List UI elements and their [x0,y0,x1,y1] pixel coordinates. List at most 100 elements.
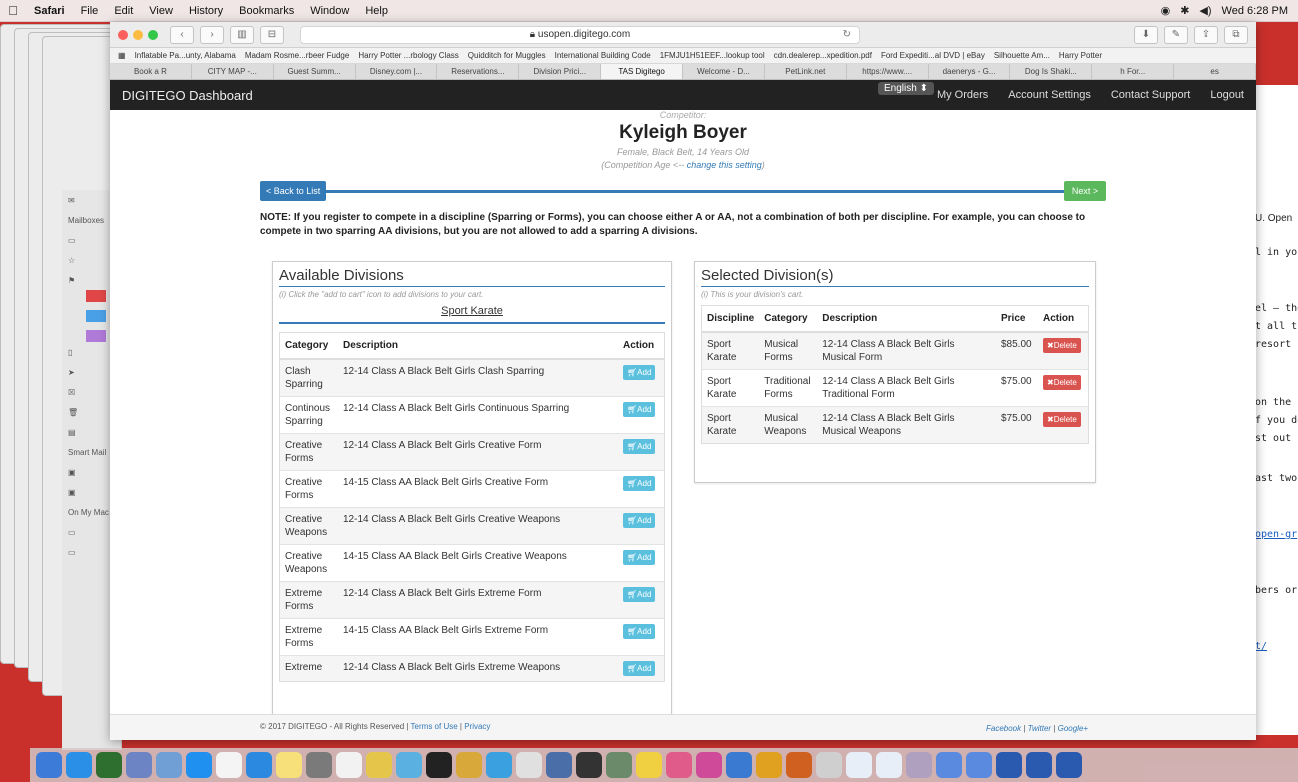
back-to-list-button[interactable]: < Back to List [260,181,327,201]
purple-flag-icon[interactable] [86,330,106,342]
reload-icon[interactable]: ↻ [843,27,851,43]
bookmark-item[interactable]: Madam Rosme...rbeer Fudge [245,51,350,60]
tab-overview-icon[interactable]: ⊟ [260,25,284,44]
delete-button[interactable]: ✖Delete [1043,338,1081,353]
terminal-icon[interactable] [96,752,122,778]
browser-tab[interactable]: Welcome - D... [683,64,765,79]
nav-my-orders[interactable]: My Orders [937,89,988,101]
bookmark-item[interactable]: Quidditch for Muggles [468,51,546,60]
browser-tab[interactable]: PetLink.net [765,64,847,79]
sidebar-toggle-icon[interactable]: ▥ [230,25,254,44]
camera-icon[interactable] [426,752,452,778]
brand-logo[interactable]: DIGITEGO Dashboard [122,88,253,103]
browser-tab[interactable]: CITY MAP -... [192,64,274,79]
blue-flag-icon[interactable] [86,310,106,322]
numbers-icon[interactable] [756,752,782,778]
address-bar[interactable]: 🔒︎ usopen.digitego.com ↻ [300,25,860,44]
ibooks-icon[interactable] [786,752,812,778]
share-icon[interactable]: ⇪ [1194,25,1218,44]
browser-tab[interactable]: Division Prici... [519,64,602,79]
minimized-window-icon[interactable] [1056,752,1082,778]
excel-icon[interactable] [606,752,632,778]
browser-tab[interactable]: daenerys - G... [929,64,1011,79]
sketch-icon[interactable] [636,752,662,778]
browser-tab[interactable]: Disney.com |... [356,64,438,79]
back-icon[interactable]: ‹ [170,25,194,44]
flower-icon[interactable] [666,752,692,778]
bookmark-item[interactable]: Silhouette Am... [994,51,1050,60]
stickies-icon[interactable] [366,752,392,778]
privacy-link[interactable]: Privacy [464,722,490,731]
bookmark-item[interactable]: cdn.dealerep...xpedition.pdf [774,51,872,60]
minimized-window-icon[interactable] [936,752,962,778]
mail-compose-icon[interactable]: ✉ [68,196,75,205]
minimized-window-icon[interactable] [1026,752,1052,778]
add-to-cart-button[interactable]: 🛒︎Add [623,476,656,491]
minimized-window-icon[interactable] [966,752,992,778]
browser-tab[interactable]: Book a R [110,64,192,79]
bluetooth-icon[interactable]: ✱ [1180,4,1189,17]
next-button[interactable]: Next > [1064,181,1106,201]
menu-view[interactable]: View [141,5,181,17]
image-capture-icon[interactable] [546,752,572,778]
browser-tab[interactable]: h For... [1092,64,1175,79]
bookmark-item[interactable]: Ford Expediti...al DVD | eBay [881,51,985,60]
menu-file[interactable]: File [73,5,107,17]
add-to-cart-button[interactable]: 🛒︎Add [623,550,656,565]
bookmark-item[interactable]: Harry Potter [1059,51,1102,60]
reminders-icon[interactable] [336,752,362,778]
printer-icon[interactable] [516,752,542,778]
menu-history[interactable]: History [181,5,231,17]
menu-bookmarks[interactable]: Bookmarks [231,5,302,17]
tab-sport-karate[interactable]: Sport Karate [279,302,665,324]
image-icon[interactable] [906,752,932,778]
new-tab-icon[interactable]: ⧉ [1224,25,1248,44]
facebook-link[interactable]: Facebook [986,724,1021,733]
itunes-icon[interactable] [696,752,722,778]
edit-icon[interactable]: ✎ [1164,25,1188,44]
help-icon[interactable] [816,752,842,778]
safari-icon[interactable] [246,752,272,778]
downloads-icon[interactable]: ⬇ [1134,25,1158,44]
terms-link[interactable]: Terms of Use [411,722,458,731]
close-window-button[interactable] [118,29,128,40]
red-flag-icon[interactable] [86,290,106,302]
chrome-icon[interactable] [456,752,482,778]
change-setting-link[interactable]: change this setting [687,160,762,170]
doc-link[interactable]: t/ [1255,641,1267,652]
menu-help[interactable]: Help [357,5,396,17]
volume-icon[interactable]: ◀) [1199,4,1211,17]
messages-icon[interactable] [486,752,512,778]
document-icon[interactable] [876,752,902,778]
bookmark-item[interactable]: Inflatable Pa...unty, Alabama [135,51,236,60]
add-to-cart-button[interactable]: 🛒︎Add [623,365,656,380]
app-store-icon[interactable] [186,752,212,778]
add-to-cart-button[interactable]: 🛒︎Add [623,439,656,454]
siri-icon[interactable] [66,752,92,778]
bookmark-item[interactable]: 1FMJU1H51EEF...lookup tool [660,51,765,60]
zoom-window-button[interactable] [148,29,158,40]
notes-icon[interactable] [276,752,302,778]
nav-contact-support[interactable]: Contact Support [1111,89,1191,101]
bookmark-item[interactable]: Harry Potter ...rbology Class [358,51,458,60]
system-preferences-icon[interactable] [306,752,332,778]
bookmark-item[interactable]: International Building Code [555,51,651,60]
nav-account-settings[interactable]: Account Settings [1008,89,1091,101]
doc-link[interactable]: open-gr [1255,529,1297,540]
wifi-icon[interactable]: ◉ [1161,4,1171,17]
browser-tab[interactable]: es [1174,64,1256,79]
delete-button[interactable]: ✖Delete [1043,412,1081,427]
menu-edit[interactable]: Edit [106,5,141,17]
add-to-cart-button[interactable]: 🛒︎Add [623,624,656,639]
app-icon[interactable] [726,752,752,778]
browser-tab[interactable]: https://www.... [847,64,929,79]
apple-icon[interactable]:  [0,3,26,18]
document-icon[interactable] [846,752,872,778]
menubar-clock[interactable]: Wed 6:28 PM [1222,5,1288,17]
add-to-cart-button[interactable]: 🛒︎Add [623,587,656,602]
twitter-link[interactable]: Twitter [1028,724,1051,733]
finder-icon[interactable] [36,752,62,778]
browser-tab[interactable]: Reservations... [437,64,520,79]
launchpad-icon[interactable] [126,752,152,778]
photos-icon[interactable] [156,752,182,778]
